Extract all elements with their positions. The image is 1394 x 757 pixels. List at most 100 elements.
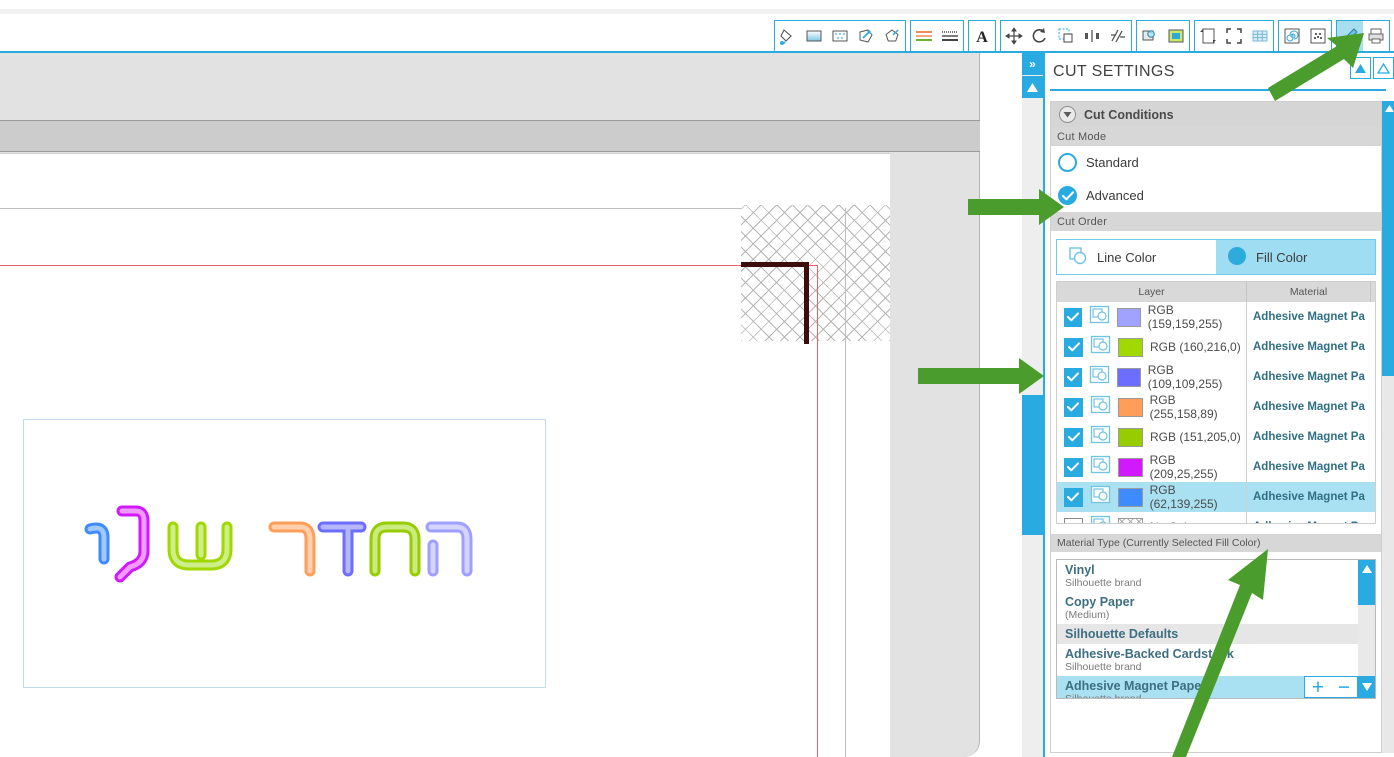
gradient-fill-icon[interactable] [801,21,827,51]
registration-marks-icon[interactable] [1221,21,1247,51]
tab-fill-color[interactable]: Fill Color [1216,240,1375,274]
layer-visibility-icon[interactable] [1090,425,1111,449]
layer-visibility-icon[interactable] [1090,485,1111,509]
layer-checkbox[interactable] [1064,517,1083,523]
fill-bucket-icon[interactable] [775,21,801,51]
material-brand: Silhouette brand [1065,577,1142,589]
layer-color-swatch[interactable] [1118,337,1143,357]
artwork-letters [84,505,473,583]
material-type-list[interactable]: Vinyl Silhouette brand Copy Paper (Medium) S… [1056,559,1376,699]
rotate-icon[interactable] [1027,21,1053,51]
material-cell[interactable]: Adhesive Magnet Pa [1247,371,1371,383]
tab-line-color[interactable]: Line Color [1057,240,1216,274]
panel-scrollbar-thumb[interactable] [1382,116,1394,376]
cut-conditions-header[interactable]: Cut Conditions [1051,102,1381,127]
stipple-icon[interactable] [1305,21,1331,51]
layer-checkbox[interactable] [1064,367,1082,387]
material-scroll-down-button[interactable] [1358,676,1375,698]
remove-material-button[interactable]: − [1331,677,1357,698]
pattern-fill-icon[interactable] [827,21,853,51]
layer-rows-container: RGB (159,159,255) Adhesive Magnet Pa RGB (… [1057,302,1375,523]
panel-scroll-up-button[interactable] [1382,101,1394,116]
table-row[interactable]: RGB (109,109,255) Adhesive Magnet Pa [1057,362,1375,392]
spiral-icon[interactable] [1279,21,1305,51]
material-add-remove-buttons: + − [1304,676,1358,698]
material-cell[interactable]: Adhesive Magnet Pa [1247,341,1371,353]
grid-icon[interactable] [1247,21,1273,51]
restore-icon[interactable] [1350,57,1371,79]
line-color-icon[interactable] [911,21,937,51]
panel-vertical-scrollbar[interactable] [1382,101,1394,753]
layer-visibility-icon[interactable] [1090,395,1111,419]
cut-mode-option-standard[interactable]: Standard [1051,146,1381,179]
cut-mode-option-advanced[interactable]: Advanced [1051,179,1381,212]
material-cell[interactable]: Adhesive Magnet Pa [1247,491,1371,503]
radio-standard[interactable] [1058,153,1077,172]
table-row[interactable]: RGB (209,25,255) Adhesive Magnet Pa [1057,452,1375,482]
list-item[interactable]: Adhesive-Backed Cardstock Silhouette bran… [1057,644,1362,676]
material-cell[interactable]: Adhesive Magnet Pa [1247,521,1371,523]
scale-icon[interactable] [1053,21,1079,51]
text-icon[interactable]: A [969,21,995,51]
list-item[interactable]: Vinyl Silhouette brand [1057,560,1362,592]
design-canvas[interactable] [0,53,1013,757]
layer-visibility-icon[interactable] [1089,365,1110,389]
layer-checkbox[interactable] [1064,487,1083,507]
layer-color-swatch[interactable] [1117,457,1143,477]
table-row[interactable]: RGB (255,158,89) Adhesive Magnet Pa [1057,392,1375,422]
table-row[interactable]: RGB (151,205,0) Adhesive Magnet Pa [1057,422,1375,452]
table-row[interactable]: RGB (62,139,255) Adhesive Magnet Pa [1057,482,1375,512]
print-icon[interactable] [1363,21,1389,51]
scroll-up-button[interactable] [1022,76,1043,98]
move-icon[interactable] [1001,21,1027,51]
align-icon[interactable] [1079,21,1105,51]
material-cell[interactable]: Adhesive Magnet Pa [1247,401,1371,413]
trace-icon[interactable] [853,21,879,51]
material-cell[interactable]: Adhesive Magnet Pa [1247,461,1371,473]
material-cell[interactable]: Adhesive Magnet Pa [1247,311,1371,323]
canvas-scrollbar-thumb[interactable] [1022,395,1043,535]
layer-visibility-icon[interactable] [1090,515,1111,523]
modify-icon[interactable]: M [1137,21,1163,51]
table-row[interactable]: No Color Adhesive Magnet Pa [1057,512,1375,523]
list-item[interactable]: Copy Paper (Medium) [1057,592,1362,624]
layer-checkbox[interactable] [1064,427,1083,447]
layer-color-swatch[interactable] [1116,367,1141,387]
layer-checkbox[interactable] [1064,337,1083,357]
panel-collapse-button[interactable]: » [1022,53,1043,75]
layer-color-swatch[interactable] [1118,427,1143,447]
material-scrollbar-thumb[interactable] [1358,577,1375,605]
shear-icon[interactable] [1105,21,1131,51]
layer-table[interactable]: Layer Material RGB (159,159,255) Adhesive… [1056,281,1376,524]
page-setup-icon[interactable] [1195,21,1221,51]
layer-color-swatch[interactable] [1117,397,1143,417]
layer-visibility-icon[interactable] [1090,455,1111,479]
layer-color-swatch[interactable] [1118,517,1143,523]
cut-settings-panel: CUT SETTINGS Cut Conditions Cut Mode Sta… [1043,53,1394,757]
layer-color-swatch[interactable] [1116,307,1141,327]
layer-color-swatch[interactable] [1117,487,1143,507]
list-item[interactable]: Silhouette Defaults [1057,624,1362,644]
shape-fill-icon[interactable] [879,21,905,51]
material-scroll-up-button[interactable] [1358,560,1375,577]
table-row[interactable]: RGB (159,159,255) Adhesive Magnet Pa [1057,302,1375,332]
hebrew-artwork[interactable] [70,497,490,597]
layer-checkbox[interactable] [1064,397,1083,417]
table-row[interactable]: RGB (160,216,0) Adhesive Magnet Pa [1057,332,1375,362]
chevron-down-icon[interactable] [1059,106,1076,123]
cut-settings-icon[interactable] [1337,21,1363,51]
layer-visibility-icon[interactable] [1090,335,1111,359]
layer-checkbox[interactable] [1064,307,1082,327]
line-style-icon[interactable] [937,21,963,51]
close-panel-icon[interactable] [1373,57,1394,79]
add-material-button[interactable]: + [1305,677,1331,698]
cut-conditions-label: Cut Conditions [1084,107,1174,122]
layer-cell: RGB (209,25,255) [1057,452,1247,482]
material-cell[interactable]: Adhesive Magnet Pa [1247,431,1371,443]
layer-visibility-icon[interactable] [1089,305,1110,329]
layer-checkbox[interactable] [1064,457,1083,477]
layer-color-label: RGB (109,109,255) [1147,363,1223,391]
layer-color-label: RGB (160,216,0) [1150,340,1241,354]
offset-icon[interactable] [1163,21,1189,51]
radio-advanced[interactable] [1058,186,1077,205]
